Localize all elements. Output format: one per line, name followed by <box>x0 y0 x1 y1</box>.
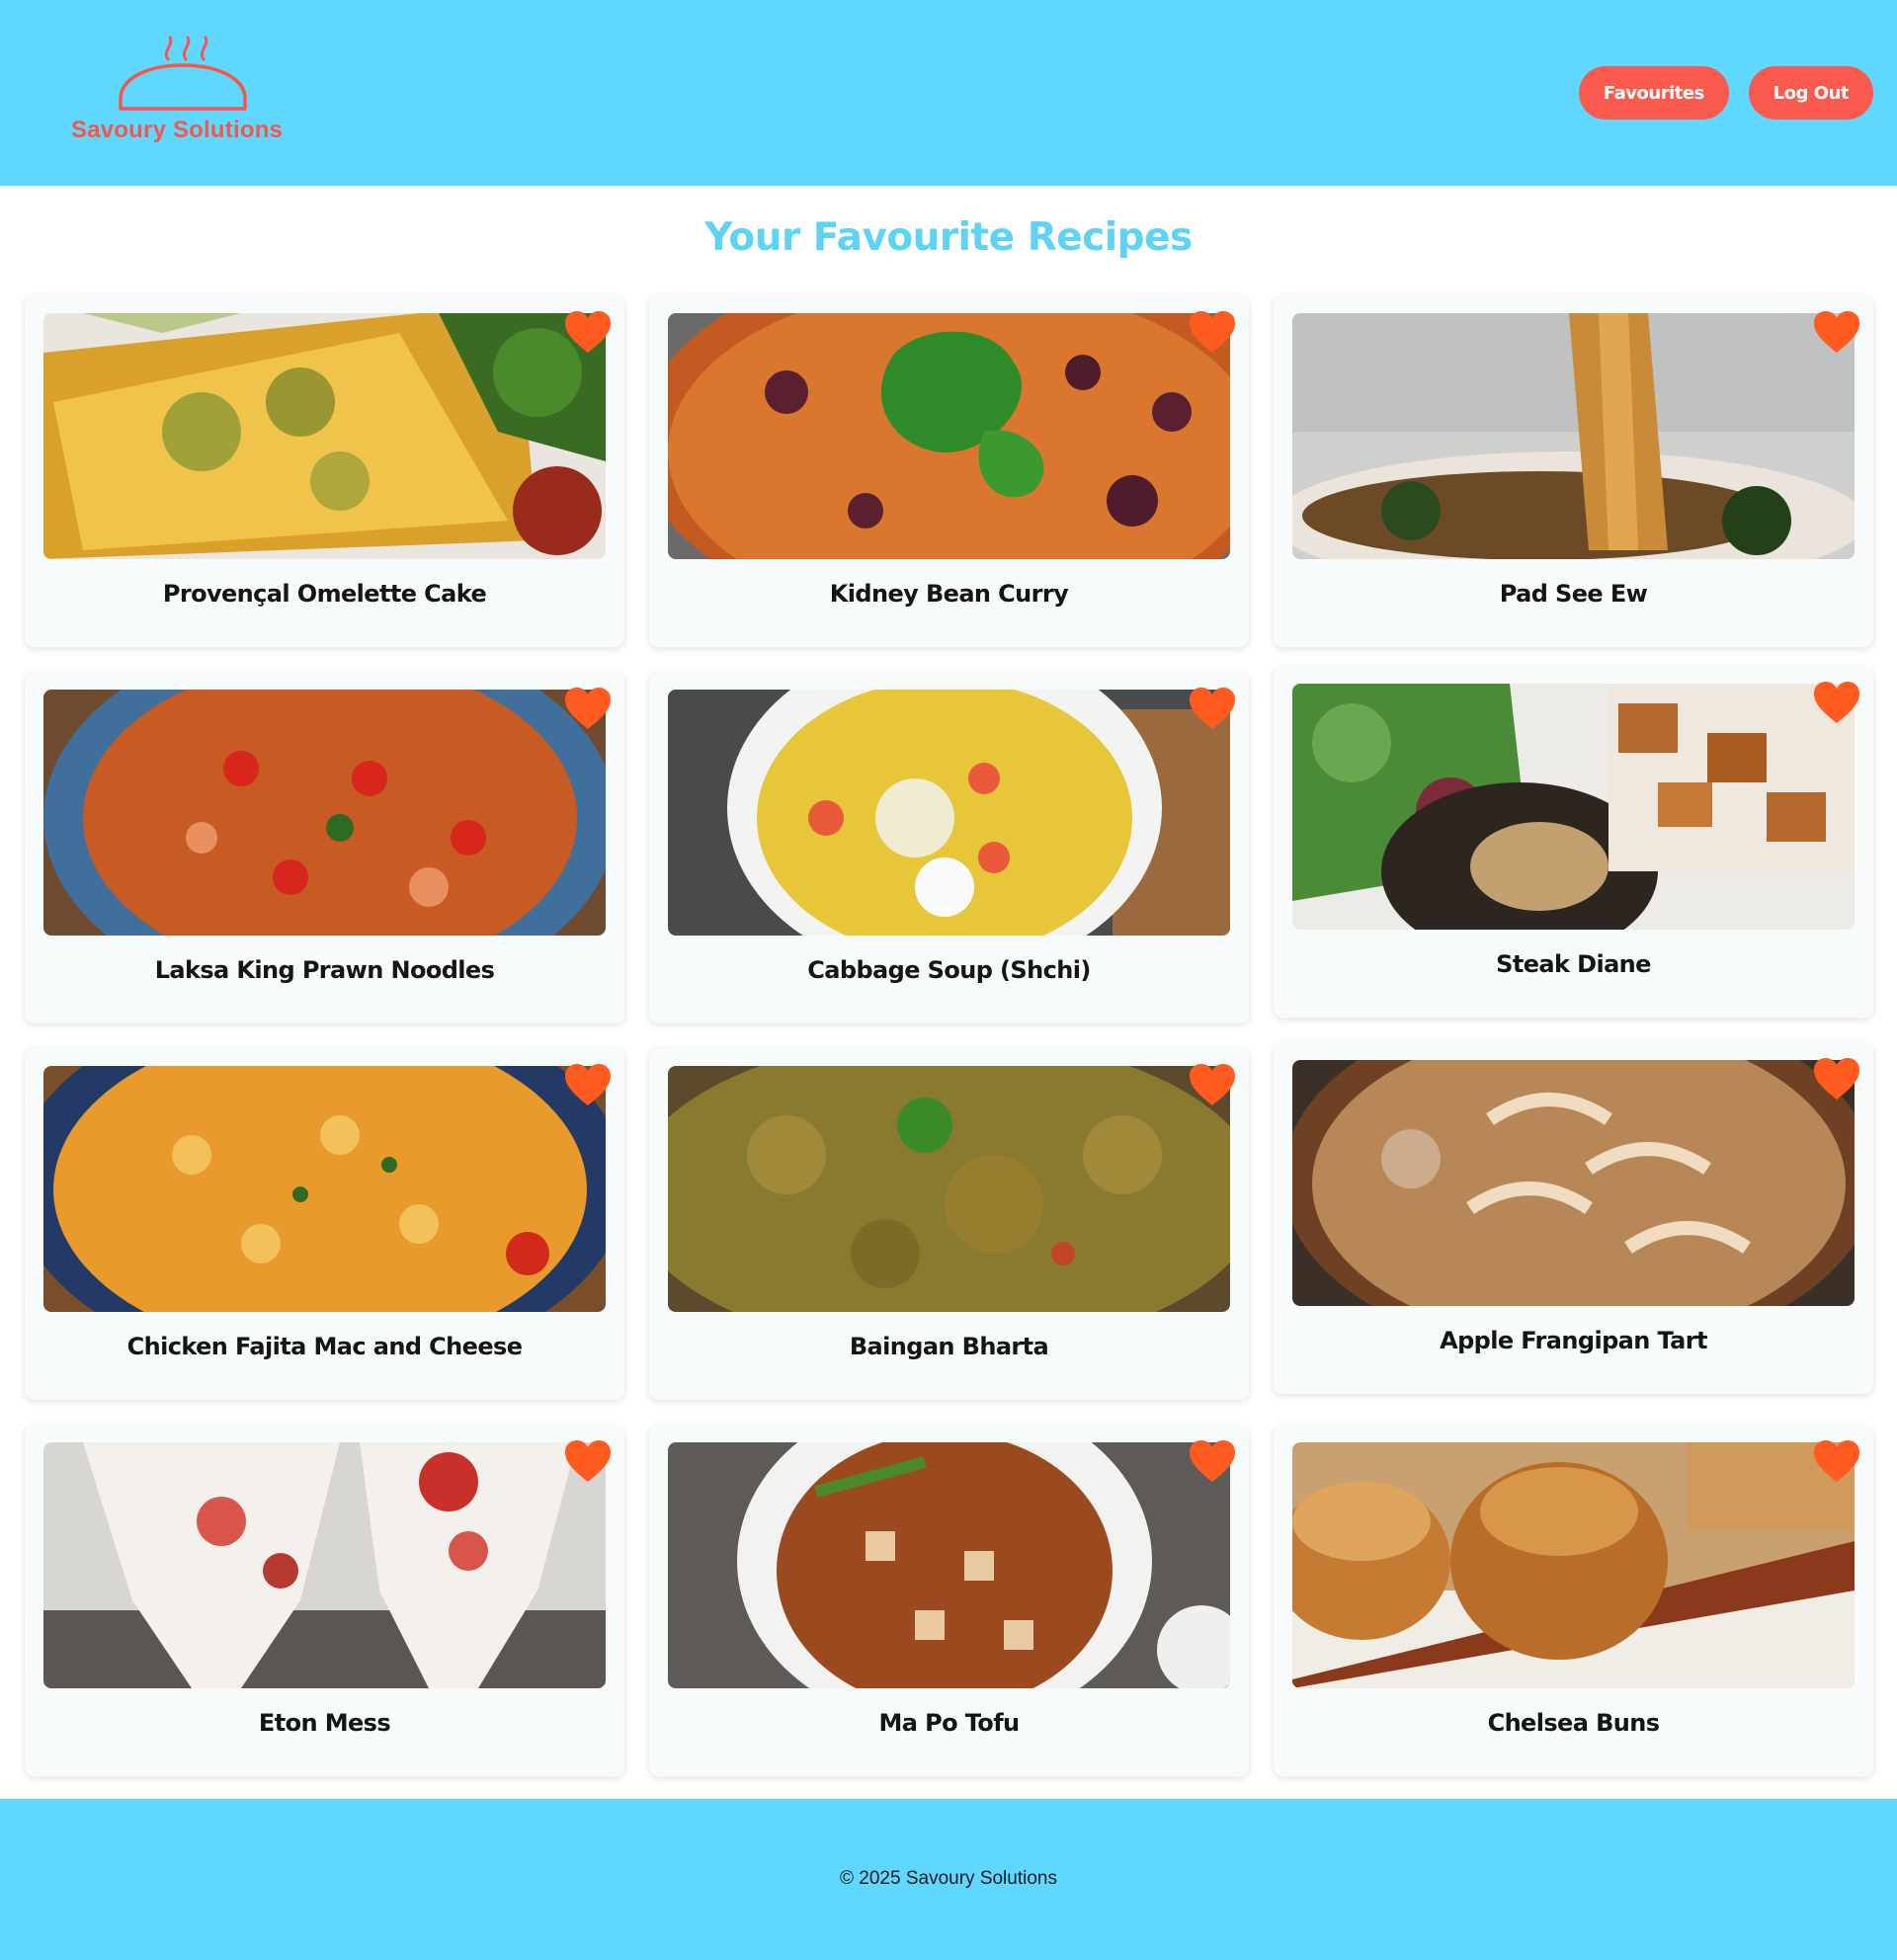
recipe-card[interactable]: Eton Mess <box>25 1425 624 1776</box>
baingan-bharta-photo[interactable] <box>668 1066 1230 1312</box>
heart-icon[interactable] <box>1188 309 1237 355</box>
omelette-cake-photo[interactable] <box>43 313 606 559</box>
recipe-title: Steak Diane <box>1496 950 1651 978</box>
heart-icon[interactable] <box>1188 1062 1237 1107</box>
recipe-card[interactable]: Chicken Fajita Mac and Cheese <box>25 1048 624 1400</box>
recipe-card[interactable]: Provençal Omelette Cake <box>25 295 624 647</box>
site-header: Savoury Solutions Favourites Log Out <box>0 0 1897 186</box>
recipe-title: Provençal Omelette Cake <box>162 580 487 608</box>
site-logo[interactable]: Savoury Solutions <box>69 34 296 152</box>
heart-icon[interactable] <box>563 686 613 731</box>
recipe-card[interactable]: Chelsea Buns <box>1274 1425 1873 1776</box>
eton-mess-photo[interactable] <box>43 1442 606 1688</box>
recipe-card[interactable]: Laksa King Prawn Noodles <box>25 672 624 1023</box>
heart-icon[interactable] <box>563 1438 613 1484</box>
recipe-title: Cabbage Soup (Shchi) <box>807 956 1091 984</box>
heart-icon[interactable] <box>1812 1056 1861 1102</box>
recipe-grid: Provençal Omelette Cake Kidney Bean Curr… <box>25 295 1873 1776</box>
logout-button[interactable]: Log Out <box>1748 66 1873 120</box>
recipe-card[interactable]: Pad See Ew <box>1274 295 1873 647</box>
heart-icon[interactable] <box>563 309 613 355</box>
recipe-title: Laksa King Prawn Noodles <box>154 956 495 984</box>
cabbage-soup-photo[interactable] <box>668 690 1230 936</box>
recipe-title: Baingan Bharta <box>849 1333 1049 1360</box>
recipe-title: Chicken Fajita Mac and Cheese <box>126 1333 523 1360</box>
recipe-title: Apple Frangipan Tart <box>1440 1327 1707 1354</box>
prawn-noodles-photo[interactable] <box>43 690 606 936</box>
heart-icon[interactable] <box>1812 309 1861 355</box>
mac-cheese-photo[interactable] <box>43 1066 606 1312</box>
site-footer: © 2025 Savoury Solutions <box>0 1799 1897 1960</box>
recipe-card[interactable]: Cabbage Soup (Shchi) <box>649 672 1249 1023</box>
favourites-button[interactable]: Favourites <box>1578 66 1729 120</box>
heart-icon[interactable] <box>563 1062 613 1107</box>
heart-icon[interactable] <box>1812 680 1861 725</box>
heart-icon[interactable] <box>1188 686 1237 731</box>
recipe-title: Eton Mess <box>258 1709 391 1737</box>
mapo-tofu-photo[interactable] <box>668 1442 1230 1688</box>
copyright-text: © 2025 Savoury Solutions <box>840 1868 1057 1889</box>
heart-icon[interactable] <box>1188 1438 1237 1484</box>
heart-icon[interactable] <box>1812 1438 1861 1484</box>
page-title: Your Favourite Recipes <box>704 215 1193 260</box>
apple-tart-photo[interactable] <box>1292 1060 1855 1306</box>
main-nav: Favourites Log Out <box>1578 66 1873 120</box>
steak-photo[interactable] <box>1292 684 1855 930</box>
recipe-card[interactable]: Kidney Bean Curry <box>649 295 1249 647</box>
recipe-title: Ma Po Tofu <box>878 1709 1020 1737</box>
bean-curry-photo[interactable] <box>668 313 1230 559</box>
recipe-title: Chelsea Buns <box>1487 1709 1660 1737</box>
recipe-card[interactable]: Apple Frangipan Tart <box>1274 1042 1873 1394</box>
recipe-title: Kidney Bean Curry <box>829 580 1069 608</box>
logo-text: Savoury Solutions <box>71 117 284 143</box>
recipe-title: Pad See Ew <box>1499 580 1648 608</box>
chelsea-buns-photo[interactable] <box>1292 1442 1855 1688</box>
recipe-card[interactable]: Steak Diane <box>1274 666 1873 1018</box>
recipe-card[interactable]: Baingan Bharta <box>649 1048 1249 1400</box>
noodles-photo[interactable] <box>1292 313 1855 559</box>
recipe-card[interactable]: Ma Po Tofu <box>649 1425 1249 1776</box>
cloche-icon <box>119 36 247 111</box>
